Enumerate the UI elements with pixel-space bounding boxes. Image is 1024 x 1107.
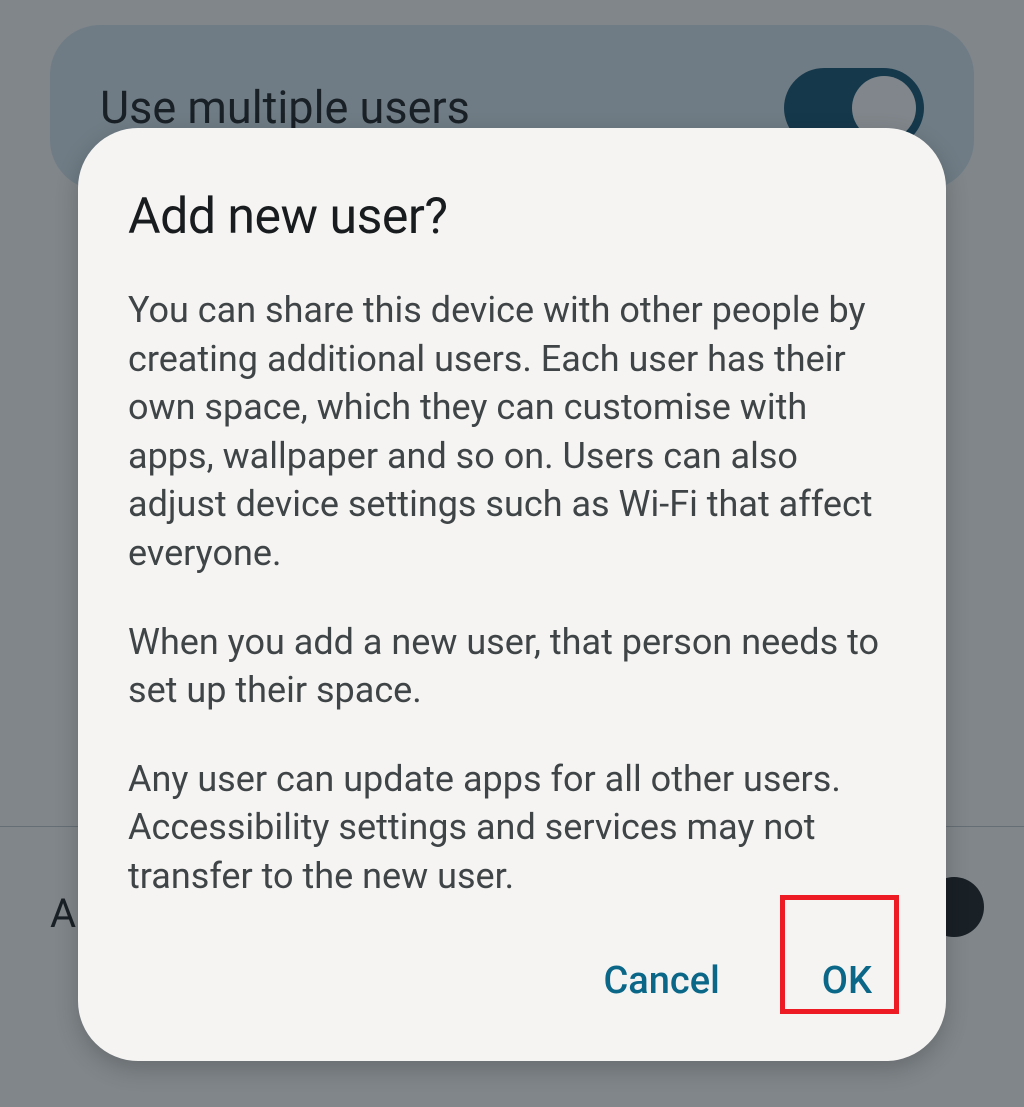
dialog-paragraph-3: Any user can update apps for all other u…: [128, 755, 896, 901]
ok-button[interactable]: OK: [798, 941, 896, 1021]
dialog-title: Add new user?: [128, 188, 896, 246]
add-user-dialog: Add new user? You can share this device …: [78, 128, 946, 1061]
cancel-button[interactable]: Cancel: [579, 941, 743, 1021]
dialog-body: You can share this device with other peo…: [128, 286, 896, 901]
dialog-paragraph-2: When you add a new user, that person nee…: [128, 618, 896, 715]
dialog-actions: Cancel OK: [128, 941, 896, 1021]
dialog-paragraph-1: You can share this device with other peo…: [128, 286, 896, 578]
